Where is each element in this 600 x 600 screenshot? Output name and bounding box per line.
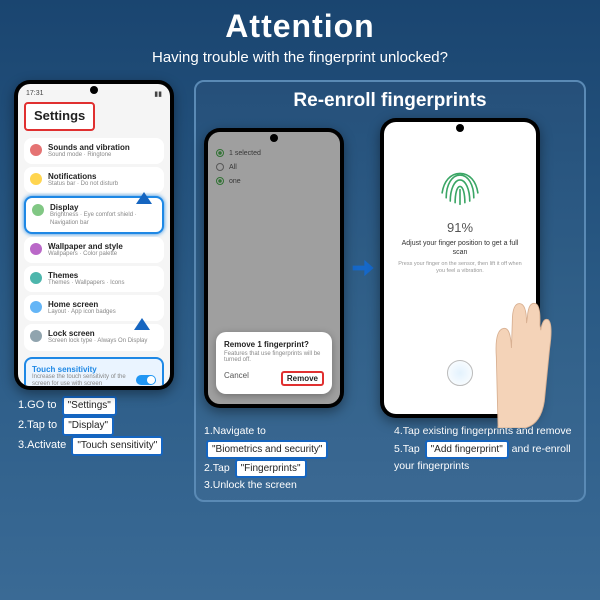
item-wallpaper[interactable]: Wallpaper and styleWallpapers · Color pa…	[24, 237, 164, 263]
touch-sensitivity-card[interactable]: Touch sensitivity Increase the touch sen…	[24, 357, 164, 387]
phone-enroll-fp: 91% Adjust your finger position to get a…	[380, 118, 540, 418]
display-icon	[32, 204, 44, 216]
fingerprint-icon	[434, 162, 486, 214]
home-icon	[30, 301, 42, 313]
scan-message: Adjust your finger position to get a ful…	[396, 239, 524, 257]
phone-remove-fp: 1 selected All one Remove 1 fingerprint?…	[204, 128, 344, 408]
remove-dialog: Remove 1 fingerprint? Features that use …	[216, 332, 332, 394]
touch-desc: Increase the touch sensitivity of the sc…	[32, 374, 132, 387]
pill-add-fp: "Add fingerprint"	[425, 440, 509, 459]
pill-display: "Display"	[62, 416, 114, 436]
camera-notch	[456, 124, 464, 132]
touch-label: Touch sensitivity	[32, 365, 132, 374]
scan-sub: Press your finger on the sensor, then li…	[396, 261, 524, 275]
arrow-right-icon	[348, 254, 376, 282]
left-column: 17:31 ▮▮ Settings Sounds and vibrationSo…	[14, 80, 184, 502]
phone-settings: 17:31 ▮▮ Settings Sounds and vibrationSo…	[14, 80, 174, 390]
wallpaper-icon	[30, 243, 42, 255]
subtitle: Having trouble with the fingerprint unlo…	[0, 49, 600, 66]
camera-notch	[90, 86, 98, 94]
right-panel: Re-enroll fingerprints 1 selected All on…	[194, 80, 586, 502]
remove-button[interactable]: Remove	[281, 371, 324, 386]
settings-heading: Settings	[24, 102, 95, 131]
lock-icon	[30, 330, 42, 342]
camera-notch	[270, 134, 278, 142]
arrow-touch	[134, 318, 150, 330]
item-sounds[interactable]: Sounds and vibrationSound mode · Rington…	[24, 138, 164, 164]
status-icons: ▮▮	[154, 90, 162, 98]
item-notifications[interactable]: NotificationsStatus bar · Do not disturb	[24, 167, 164, 193]
steps-left: 1.GO to "Settings" 2.Tap to "Display" 3.…	[14, 396, 184, 456]
header: Attention Having trouble with the finger…	[0, 0, 600, 70]
touch-toggle[interactable]	[136, 375, 156, 385]
fp-sensor[interactable]	[447, 360, 473, 386]
pill-settings: "Settings"	[62, 396, 117, 416]
pill-biometrics: "Biometrics and security"	[206, 440, 328, 459]
dialog-title: Remove 1 fingerprint?	[224, 340, 324, 349]
themes-icon	[30, 272, 42, 284]
dialog-sub: Features that use fingerprints will be t…	[224, 351, 324, 363]
percent-label: 91%	[384, 220, 536, 235]
arrow-display	[136, 192, 152, 204]
steps-right: 1.Navigate to"Biometrics and security" 2…	[204, 424, 576, 494]
pill-touch: "Touch sensitivity"	[71, 436, 163, 456]
right-panel-title: Re-enroll fingerprints	[204, 90, 576, 112]
sounds-icon	[30, 144, 42, 156]
cancel-button[interactable]: Cancel	[224, 371, 249, 386]
time-label: 17:31	[26, 90, 44, 98]
main-title: Attention	[0, 8, 600, 45]
item-themes[interactable]: ThemesThemes · Wallpapers · Icons	[24, 266, 164, 292]
notifications-icon	[30, 173, 42, 185]
pill-fingerprints: "Fingerprints"	[235, 459, 307, 478]
